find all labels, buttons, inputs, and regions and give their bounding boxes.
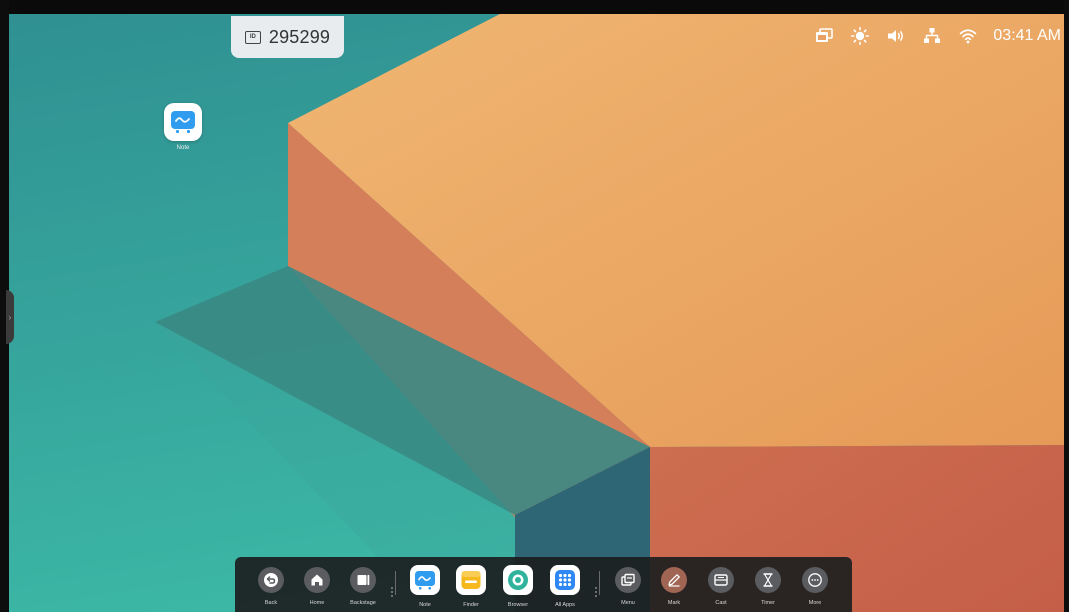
screen-mirror-icon[interactable] bbox=[815, 27, 834, 45]
dock-label: Timer bbox=[761, 600, 775, 606]
desktop-icon-note[interactable]: Note bbox=[163, 103, 203, 151]
dock-label: Back bbox=[264, 600, 278, 606]
browser-app-icon bbox=[503, 565, 533, 595]
dock-timer-button[interactable]: Timer bbox=[751, 567, 785, 606]
volume-icon[interactable] bbox=[887, 27, 905, 45]
brightness-icon[interactable] bbox=[851, 27, 870, 45]
all-apps-icon bbox=[550, 565, 580, 595]
note-app-icon bbox=[164, 103, 202, 141]
dock-browser-app[interactable]: Browser bbox=[501, 565, 535, 608]
right-bezel bbox=[1064, 0, 1069, 612]
wallpaper bbox=[0, 0, 1069, 612]
dock-label: Cast bbox=[715, 600, 727, 606]
dock-grip-handle[interactable] bbox=[595, 587, 597, 597]
sidebar-edge-handle[interactable]: › bbox=[6, 290, 14, 344]
dock-label: Backstage bbox=[350, 600, 376, 606]
back-icon bbox=[258, 567, 284, 593]
dock-label: Mark bbox=[667, 600, 681, 606]
dock-separator bbox=[599, 571, 600, 595]
id-card-icon: ID bbox=[244, 30, 261, 44]
dock-finder-app[interactable]: Finder bbox=[454, 565, 488, 608]
session-id-number: 295299 bbox=[268, 26, 331, 47]
dock-separator bbox=[395, 571, 396, 595]
mark-pen-icon bbox=[661, 567, 687, 593]
chevron-right-icon: › bbox=[8, 312, 12, 322]
clock-time: 03:41 AM bbox=[993, 27, 1061, 44]
timer-hourglass-icon bbox=[755, 567, 781, 593]
wifi-icon[interactable] bbox=[959, 27, 977, 45]
dock-menu-button[interactable]: Menu bbox=[611, 567, 645, 606]
dock-backstage-button[interactable]: Backstage bbox=[346, 567, 380, 606]
dock-cast-button[interactable]: Cast bbox=[704, 567, 738, 606]
dock-label: Finder bbox=[463, 602, 479, 608]
home-icon bbox=[304, 567, 330, 593]
top-bezel bbox=[0, 0, 1069, 14]
dock-all-apps-button[interactable]: All Apps bbox=[548, 565, 582, 608]
dock-label: More bbox=[808, 600, 822, 606]
finder-app-icon bbox=[456, 565, 486, 595]
status-bar: 03:41 AM bbox=[815, 24, 1061, 48]
dock-grip-handle[interactable] bbox=[391, 587, 393, 597]
dock-label: Menu bbox=[621, 600, 635, 606]
dock-note-app[interactable]: Note bbox=[408, 565, 442, 608]
dock-more-button[interactable]: More bbox=[798, 567, 832, 606]
backstage-icon bbox=[350, 567, 376, 593]
session-id-badge[interactable]: ID 295299 bbox=[231, 16, 344, 58]
dock-mark-button[interactable]: Mark bbox=[657, 567, 691, 606]
dock-label: Home bbox=[309, 600, 325, 606]
more-icon bbox=[802, 567, 828, 593]
cast-icon bbox=[708, 567, 734, 593]
dock-label: All Apps bbox=[555, 602, 575, 608]
network-icon[interactable] bbox=[923, 27, 941, 45]
dock-back-button[interactable]: Back bbox=[254, 567, 288, 606]
dock-label: Note bbox=[419, 602, 431, 608]
note-app-icon bbox=[410, 565, 440, 595]
dock-home-button[interactable]: Home bbox=[300, 567, 334, 606]
taskbar-dock: Back Home Backstage Note Finder Browser … bbox=[235, 557, 852, 612]
menu-icon bbox=[615, 567, 641, 593]
desktop-screen: › ID 295299 03:41 AM Note Back Home Back… bbox=[0, 0, 1069, 612]
dock-label: Browser bbox=[507, 602, 529, 608]
desktop-icon-label: Note bbox=[176, 145, 190, 151]
